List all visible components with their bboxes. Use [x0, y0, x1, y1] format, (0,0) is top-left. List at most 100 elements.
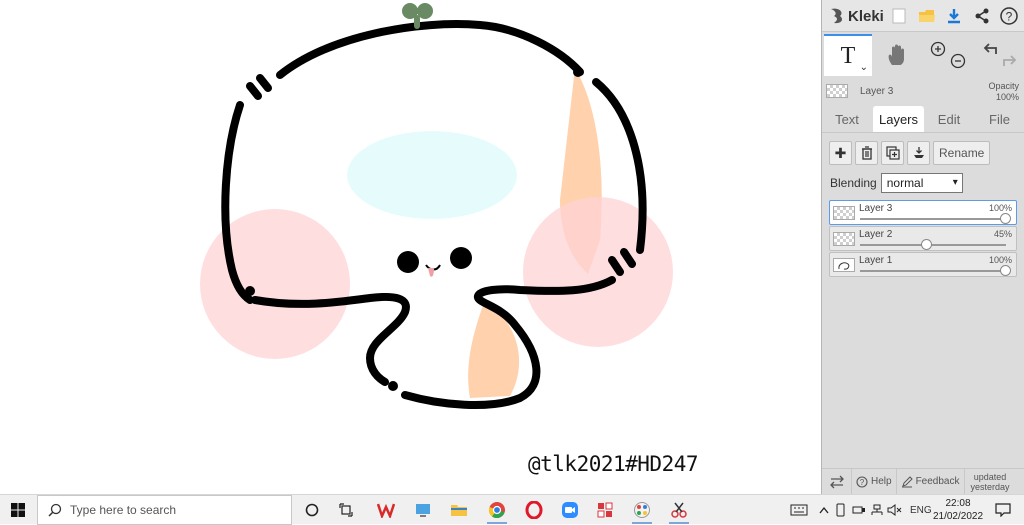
layer-item-1[interactable]: Layer 1 100%: [829, 252, 1017, 277]
layer-opacity: 45%: [993, 229, 1012, 239]
blending-select[interactable]: normal ▾: [880, 173, 963, 193]
kleki-app: @tlk2021#HD247 Kleki ? T ⌄ Layer 3 Opaci…: [0, 0, 1024, 495]
task-view-button[interactable]: [334, 497, 360, 523]
text-tool-button[interactable]: T ⌄: [824, 34, 872, 76]
file-explorer-app[interactable]: [446, 497, 472, 523]
layer-name: Layer 1: [859, 255, 893, 266]
opacity-slider-track[interactable]: [860, 218, 1006, 220]
wps-icon: [377, 503, 395, 518]
layer-item-2[interactable]: Layer 2 45%: [829, 226, 1017, 251]
layer-thumbnail: [833, 206, 855, 220]
show-hidden-icons-button[interactable]: [816, 497, 832, 523]
phone-link-button[interactable]: [832, 497, 850, 523]
delete-layer-button[interactable]: [855, 141, 878, 165]
help-link[interactable]: ? Help: [852, 468, 897, 495]
opacity-slider-track[interactable]: [860, 244, 1006, 246]
snipping-tool-app[interactable]: [666, 497, 692, 524]
start-button[interactable]: [0, 495, 36, 525]
folder-icon: [919, 10, 935, 22]
add-layer-button[interactable]: ✚: [829, 141, 852, 165]
pencil-icon: [901, 475, 913, 487]
opacity-slider-handle[interactable]: [1000, 265, 1011, 276]
wps-office-app[interactable]: [373, 497, 399, 523]
tab-edit[interactable]: Edit: [924, 106, 974, 132]
keyboard-button[interactable]: [786, 497, 812, 523]
drawing-canvas[interactable]: @tlk2021#HD247: [0, 0, 821, 494]
svg-text:?: ?: [860, 478, 865, 487]
layer-thumbnail: [833, 232, 855, 246]
current-layer-name: Layer 3: [860, 86, 894, 97]
app-name: Kleki: [848, 7, 884, 25]
plus-icon: ✚: [834, 144, 847, 161]
chevron-down-icon: ▾: [952, 177, 958, 188]
trash-icon: [861, 146, 872, 160]
paint-app[interactable]: [629, 497, 655, 524]
undo-redo-icon[interactable]: [980, 38, 1020, 72]
download-button[interactable]: [943, 5, 965, 27]
opacity-slider-handle[interactable]: [1000, 213, 1011, 224]
layer-item-3[interactable]: Layer 3 100%: [829, 200, 1017, 225]
undo-redo-buttons: [980, 34, 1020, 76]
feedback-link[interactable]: Feedback: [897, 468, 965, 495]
chevron-down-icon[interactable]: ⌄: [860, 62, 868, 73]
layers-panel: ✚ Rename Blending normal ▾ Layer 3 100% …: [822, 132, 1024, 468]
hand-tool-button[interactable]: [882, 34, 912, 76]
kleki-logo-icon: [831, 8, 842, 24]
help-button[interactable]: ?: [998, 5, 1020, 27]
tab-text[interactable]: Text: [822, 106, 872, 132]
current-layer-bar[interactable]: Layer 3 Opacity 100%: [822, 80, 1024, 106]
desktop-app[interactable]: [410, 497, 436, 523]
chevron-up-icon: [819, 506, 829, 514]
chrome-app[interactable]: [484, 497, 510, 524]
mushroom-drawing: [200, 3, 673, 409]
app-icon-red[interactable]: [592, 497, 618, 523]
volume-button[interactable]: [886, 497, 904, 523]
volume-muted-icon: [887, 504, 902, 516]
notifications-button[interactable]: [990, 497, 1016, 523]
grid-app-icon: [597, 502, 613, 518]
taskbar-clock[interactable]: 22:08 21/02/2022: [930, 497, 986, 523]
scissors-icon: [671, 502, 687, 518]
layer-name: Layer 2: [859, 229, 893, 240]
new-image-button[interactable]: [888, 5, 910, 27]
taskbar-search[interactable]: Type here to search: [37, 495, 292, 525]
panel-tabs: Text Layers Edit File: [822, 106, 1024, 132]
zoom-buttons: [928, 34, 968, 76]
layer-thumbnail: [833, 258, 855, 272]
swap-side-button[interactable]: [822, 468, 852, 495]
feedback-label: Feedback: [915, 476, 960, 487]
panel-footer: ? Help Feedback updated yesterday: [822, 468, 1024, 495]
zoom-in-out-icon[interactable]: [928, 38, 968, 72]
search-placeholder: Type here to search: [70, 503, 177, 517]
merge-down-button[interactable]: [907, 141, 930, 165]
updated-line1: updated: [973, 471, 1007, 482]
opacity-slider-handle[interactable]: [920, 239, 932, 250]
updated-note[interactable]: updated yesterday: [965, 472, 1010, 492]
rename-layer-button[interactable]: Rename: [933, 141, 991, 165]
share-button[interactable]: [971, 5, 993, 27]
open-button[interactable]: [916, 5, 938, 27]
tab-file[interactable]: File: [974, 106, 1024, 132]
tab-layers[interactable]: Layers: [873, 106, 924, 132]
monitor-icon: [416, 504, 430, 517]
clock-date: 21/02/2022: [932, 511, 984, 522]
notification-icon: [995, 503, 1011, 517]
zoom-app[interactable]: [557, 497, 583, 523]
network-icon: [871, 504, 883, 515]
usb-button[interactable]: [850, 497, 868, 523]
opera-app[interactable]: [521, 497, 547, 523]
duplicate-layer-button[interactable]: [881, 141, 904, 165]
current-layer-thumbnail: [826, 84, 848, 98]
cortana-button[interactable]: [299, 497, 325, 523]
kleki-logo[interactable]: Kleki: [828, 6, 884, 26]
zoom-icon: [562, 502, 578, 518]
current-layer-opacity: Opacity 100%: [988, 81, 1019, 103]
network-button[interactable]: [868, 497, 886, 523]
watermark-text: @tlk2021#HD247: [528, 452, 699, 476]
phone-icon: [836, 503, 845, 517]
help-label: Help: [871, 476, 892, 487]
merge-down-icon: [913, 147, 924, 158]
opacity-slider-track[interactable]: [860, 270, 1006, 272]
top-toolbar: Kleki ?: [822, 0, 1024, 32]
language-indicator[interactable]: ENG: [910, 505, 932, 516]
